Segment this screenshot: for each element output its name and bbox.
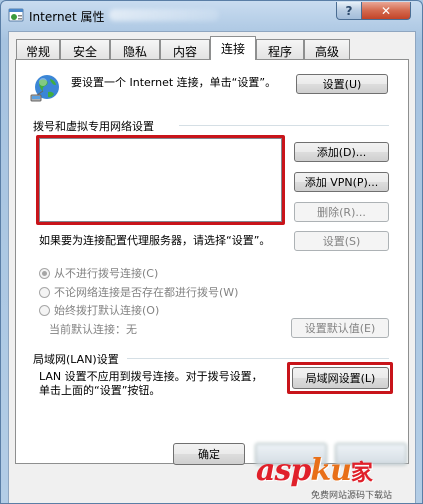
radio-dial-whenever[interactable]: 不论网络连接是否存在都进行拨号(W) xyxy=(39,285,238,299)
watermark-logo: aspku家 xyxy=(256,453,373,488)
tab-privacy[interactable]: 隐私 xyxy=(110,39,160,59)
radio-always-dial-label: 始终拨打默认连接(O) xyxy=(54,304,160,317)
globe-network-icon xyxy=(30,75,59,102)
radio-dial-whenever-label: 不论网络连接是否存在都进行拨号(W) xyxy=(54,286,239,299)
watermark-subtitle: 免费网站源码下载站 xyxy=(311,491,393,501)
watermark-brand-a: asp xyxy=(256,453,311,488)
help-button[interactable]: ? xyxy=(336,2,362,20)
internet-properties-dialog: Internet 属性 ? ✕ 常规 安全 隐私 内容 连接 程序 高级 要设置… xyxy=(0,0,423,504)
tab-programs[interactable]: 程序 xyxy=(256,39,304,59)
title-blur xyxy=(109,9,219,21)
lan-button-highlight xyxy=(287,362,393,394)
dialup-settings-button[interactable]: 设置(S) xyxy=(294,231,389,251)
set-default-button[interactable]: 设置默认值(E) xyxy=(291,318,389,338)
watermark-brand-b: ku xyxy=(310,453,352,488)
internet-options-icon xyxy=(8,8,24,22)
radio-dial-whenever-control[interactable] xyxy=(39,286,50,298)
tab-security[interactable]: 安全 xyxy=(60,39,110,59)
current-default-connection: 当前默认连接：无 xyxy=(49,323,137,336)
radio-always-dial-control[interactable] xyxy=(39,304,50,316)
listbox-highlight xyxy=(36,135,285,225)
title-bar[interactable]: Internet 属性 ? ✕ xyxy=(1,1,422,29)
add-connection-button[interactable]: 添加(D)... xyxy=(294,142,389,162)
tab-connections[interactable]: 连接 xyxy=(210,36,256,60)
radio-never-dial-control[interactable] xyxy=(39,267,50,279)
lan-instructions: LAN 设置不应用到拨号连接。对于拨号设置，单击上面的“设置”按钮。 xyxy=(39,370,263,397)
tab-general[interactable]: 常规 xyxy=(16,39,60,59)
proxy-instructions: 如果要为连接配置代理服务器，请选择“设置”。 xyxy=(39,234,271,247)
add-vpn-button[interactable]: 添加 VPN(P)... xyxy=(294,172,389,192)
setup-instructions: 要设置一个 Internet 连接，单击“设置”。 xyxy=(71,76,277,89)
close-button[interactable]: ✕ xyxy=(361,2,411,20)
dialup-divider xyxy=(179,125,389,126)
dialup-section-label: 拨号和虚拟专用网络设置 xyxy=(33,120,154,133)
watermark-brand-c: 家 xyxy=(350,460,373,486)
remove-button[interactable]: 删除(R)... xyxy=(294,202,389,222)
setup-button[interactable]: 设置(U) xyxy=(296,74,388,94)
window-title: Internet 属性 xyxy=(29,10,105,24)
tab-advanced[interactable]: 高级 xyxy=(304,39,350,59)
radio-never-dial[interactable]: 从不进行拨号连接(C) xyxy=(39,266,158,280)
lan-divider xyxy=(127,358,389,359)
lan-section-label: 局域网(LAN)设置 xyxy=(33,353,119,366)
ok-button[interactable]: 确定 xyxy=(173,443,245,465)
tab-content[interactable]: 内容 xyxy=(160,39,210,59)
radio-never-dial-label: 从不进行拨号连接(C) xyxy=(54,267,159,280)
radio-always-dial[interactable]: 始终拨打默认连接(O) xyxy=(39,303,159,317)
